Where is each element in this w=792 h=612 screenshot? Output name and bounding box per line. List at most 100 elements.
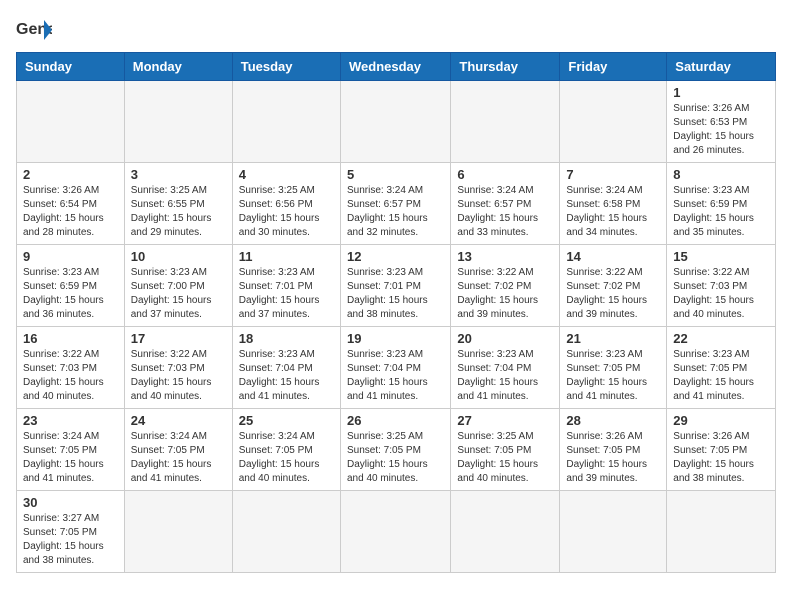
day-cell <box>340 491 450 573</box>
day-info: Sunrise: 3:24 AM Sunset: 7:05 PM Dayligh… <box>131 430 226 486</box>
day-info: Sunrise: 3:26 AM Sunset: 7:05 PM Dayligh… <box>566 430 660 486</box>
day-cell: 7 Sunrise: 3:24 AM Sunset: 6:58 PM Daylig… <box>560 163 667 245</box>
day-number: 30 <box>23 495 118 510</box>
day-number: 14 <box>566 249 660 264</box>
weekday-header-row: SundayMondayTuesdayWednesdayThursdayFrid… <box>17 53 776 81</box>
day-cell: 11 Sunrise: 3:23 AM Sunset: 7:01 PM Dayli… <box>232 245 340 327</box>
day-info: Sunrise: 3:24 AM Sunset: 6:57 PM Dayligh… <box>347 184 444 240</box>
day-cell <box>124 491 232 573</box>
day-cell: 22Sunrise: 3:23 AM Sunset: 7:05 PM Dayli… <box>667 327 776 409</box>
day-cell <box>560 81 667 163</box>
day-info: Sunrise: 3:26 AM Sunset: 7:05 PM Dayligh… <box>673 430 769 486</box>
day-info: Sunrise: 3:25 AM Sunset: 6:56 PM Dayligh… <box>239 184 334 240</box>
day-cell <box>17 81 125 163</box>
day-info: Sunrise: 3:27 AM Sunset: 7:05 PM Dayligh… <box>23 512 118 568</box>
day-number: 7 <box>566 167 660 182</box>
day-info: Sunrise: 3:22 AM Sunset: 7:02 PM Dayligh… <box>566 266 660 322</box>
weekday-header-wednesday: Wednesday <box>340 53 450 81</box>
page-header: General <box>16 16 776 44</box>
day-info: Sunrise: 3:25 AM Sunset: 7:05 PM Dayligh… <box>457 430 553 486</box>
week-row-2: 2 Sunrise: 3:26 AM Sunset: 6:54 PM Daylig… <box>17 163 776 245</box>
day-number: 24 <box>131 413 226 428</box>
day-cell: 12 Sunrise: 3:23 AM Sunset: 7:01 PM Dayli… <box>340 245 450 327</box>
weekday-header-sunday: Sunday <box>17 53 125 81</box>
day-cell: 20 Sunrise: 3:23 AM Sunset: 7:04 PM Dayli… <box>451 327 560 409</box>
day-info: Sunrise: 3:23 AM Sunset: 7:04 PM Dayligh… <box>347 348 444 404</box>
day-number: 28 <box>566 413 660 428</box>
weekday-header-thursday: Thursday <box>451 53 560 81</box>
day-number: 17 <box>131 331 226 346</box>
day-cell: 24 Sunrise: 3:24 AM Sunset: 7:05 PM Dayli… <box>124 409 232 491</box>
day-number: 8 <box>673 167 769 182</box>
day-cell: 27 Sunrise: 3:25 AM Sunset: 7:05 PM Dayli… <box>451 409 560 491</box>
day-number: 15 <box>673 249 769 264</box>
day-info: Sunrise: 3:23 AM Sunset: 7:01 PM Dayligh… <box>347 266 444 322</box>
day-number: 6 <box>457 167 553 182</box>
day-info: Sunrise: 3:25 AM Sunset: 7:05 PM Dayligh… <box>347 430 444 486</box>
day-cell: 21 Sunrise: 3:23 AM Sunset: 7:05 PM Dayli… <box>560 327 667 409</box>
day-cell: 14 Sunrise: 3:22 AM Sunset: 7:02 PM Dayli… <box>560 245 667 327</box>
day-number: 9 <box>23 249 118 264</box>
day-cell: 3 Sunrise: 3:25 AM Sunset: 6:55 PM Daylig… <box>124 163 232 245</box>
day-info: Sunrise: 3:23 AM Sunset: 7:05 PM Dayligh… <box>673 348 769 404</box>
day-number: 16 <box>23 331 118 346</box>
day-cell: 15 Sunrise: 3:22 AM Sunset: 7:03 PM Dayli… <box>667 245 776 327</box>
day-info: Sunrise: 3:26 AM Sunset: 6:54 PM Dayligh… <box>23 184 118 240</box>
day-info: Sunrise: 3:23 AM Sunset: 7:00 PM Dayligh… <box>131 266 226 322</box>
day-number: 13 <box>457 249 553 264</box>
day-info: Sunrise: 3:23 AM Sunset: 7:05 PM Dayligh… <box>566 348 660 404</box>
weekday-header-saturday: Saturday <box>667 53 776 81</box>
day-info: Sunrise: 3:26 AM Sunset: 6:53 PM Dayligh… <box>673 102 769 158</box>
day-number: 2 <box>23 167 118 182</box>
day-number: 21 <box>566 331 660 346</box>
day-cell <box>560 491 667 573</box>
day-cell: 13Sunrise: 3:22 AM Sunset: 7:02 PM Dayli… <box>451 245 560 327</box>
day-info: Sunrise: 3:22 AM Sunset: 7:03 PM Dayligh… <box>23 348 118 404</box>
day-cell <box>667 491 776 573</box>
day-cell: 23Sunrise: 3:24 AM Sunset: 7:05 PM Dayli… <box>17 409 125 491</box>
day-info: Sunrise: 3:22 AM Sunset: 7:03 PM Dayligh… <box>131 348 226 404</box>
day-number: 23 <box>23 413 118 428</box>
day-cell: 25 Sunrise: 3:24 AM Sunset: 7:05 PM Dayli… <box>232 409 340 491</box>
day-info: Sunrise: 3:23 AM Sunset: 6:59 PM Dayligh… <box>673 184 769 240</box>
day-number: 4 <box>239 167 334 182</box>
day-cell: 4 Sunrise: 3:25 AM Sunset: 6:56 PM Daylig… <box>232 163 340 245</box>
day-cell <box>451 81 560 163</box>
day-number: 19 <box>347 331 444 346</box>
day-number: 11 <box>239 249 334 264</box>
day-cell: 5 Sunrise: 3:24 AM Sunset: 6:57 PM Daylig… <box>340 163 450 245</box>
day-cell <box>340 81 450 163</box>
week-row-1: 1 Sunrise: 3:26 AM Sunset: 6:53 PM Daylig… <box>17 81 776 163</box>
day-info: Sunrise: 3:23 AM Sunset: 7:04 PM Dayligh… <box>457 348 553 404</box>
day-number: 3 <box>131 167 226 182</box>
day-info: Sunrise: 3:24 AM Sunset: 7:05 PM Dayligh… <box>239 430 334 486</box>
day-info: Sunrise: 3:24 AM Sunset: 6:57 PM Dayligh… <box>457 184 553 240</box>
day-number: 25 <box>239 413 334 428</box>
day-cell: 18 Sunrise: 3:23 AM Sunset: 7:04 PM Dayli… <box>232 327 340 409</box>
weekday-header-friday: Friday <box>560 53 667 81</box>
day-info: Sunrise: 3:25 AM Sunset: 6:55 PM Dayligh… <box>131 184 226 240</box>
day-number: 18 <box>239 331 334 346</box>
day-info: Sunrise: 3:24 AM Sunset: 6:58 PM Dayligh… <box>566 184 660 240</box>
day-info: Sunrise: 3:22 AM Sunset: 7:03 PM Dayligh… <box>673 266 769 322</box>
day-info: Sunrise: 3:23 AM Sunset: 7:01 PM Dayligh… <box>239 266 334 322</box>
day-cell: 29Sunrise: 3:26 AM Sunset: 7:05 PM Dayli… <box>667 409 776 491</box>
weekday-header-monday: Monday <box>124 53 232 81</box>
day-info: Sunrise: 3:23 AM Sunset: 7:04 PM Dayligh… <box>239 348 334 404</box>
weekday-header-tuesday: Tuesday <box>232 53 340 81</box>
day-number: 5 <box>347 167 444 182</box>
day-cell: 16 Sunrise: 3:22 AM Sunset: 7:03 PM Dayli… <box>17 327 125 409</box>
day-number: 1 <box>673 85 769 100</box>
day-number: 12 <box>347 249 444 264</box>
calendar-table: SundayMondayTuesdayWednesdayThursdayFrid… <box>16 52 776 573</box>
day-cell: 10 Sunrise: 3:23 AM Sunset: 7:00 PM Dayli… <box>124 245 232 327</box>
day-number: 20 <box>457 331 553 346</box>
day-info: Sunrise: 3:23 AM Sunset: 6:59 PM Dayligh… <box>23 266 118 322</box>
day-cell: 30 Sunrise: 3:27 AM Sunset: 7:05 PM Dayli… <box>17 491 125 573</box>
day-number: 10 <box>131 249 226 264</box>
day-cell <box>232 491 340 573</box>
day-cell: 17 Sunrise: 3:22 AM Sunset: 7:03 PM Dayli… <box>124 327 232 409</box>
day-cell: 8 Sunrise: 3:23 AM Sunset: 6:59 PM Daylig… <box>667 163 776 245</box>
day-cell: 26Sunrise: 3:25 AM Sunset: 7:05 PM Dayli… <box>340 409 450 491</box>
day-number: 27 <box>457 413 553 428</box>
